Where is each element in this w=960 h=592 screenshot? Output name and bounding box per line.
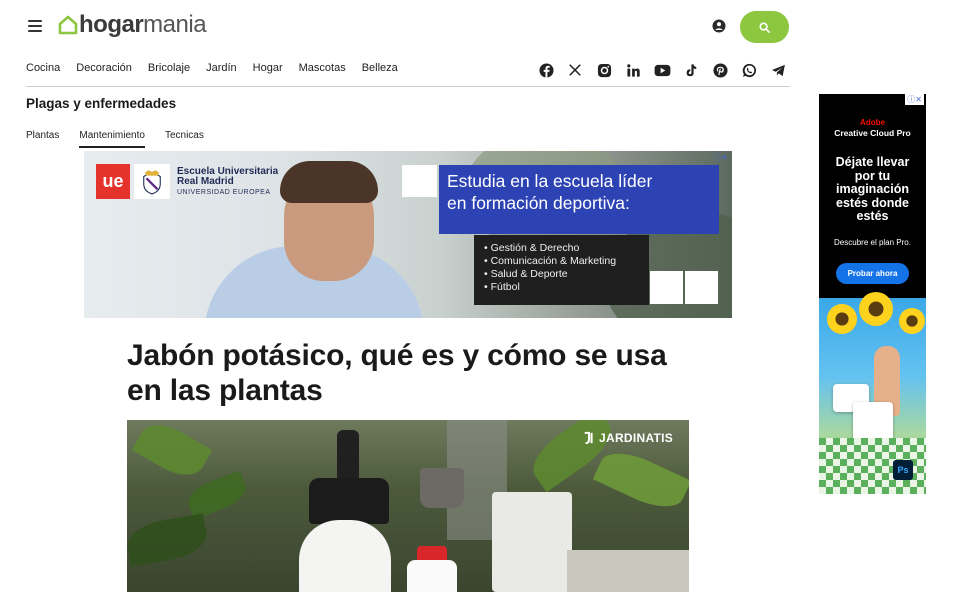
side-ad-headline: Déjate llevar por tu imaginación estés d… [835, 155, 910, 223]
nav-item-bricolaje[interactable]: Bricolaje [148, 62, 190, 78]
hero-watermark: JARDINATIS [583, 431, 673, 445]
section-subnav: Plantas Mantenimiento Tecnicas [26, 130, 204, 148]
adobe-logo-text: Adobe [860, 118, 885, 127]
hero-pot [420, 468, 464, 508]
linkedin-icon[interactable] [624, 61, 642, 79]
hero-watermark-text: JARDINATIS [599, 431, 674, 445]
ui-card-graphic [853, 402, 893, 442]
side-ad-subtext: Descubre el plan Pro. [834, 238, 911, 247]
adchoices-icon[interactable]: ⓘ✕ [713, 152, 728, 163]
adobe-brand: Adobe Creative Cloud Pro [819, 118, 926, 138]
ue-brand-block: ue Escuela Universitaria Real Madrid UNI… [96, 164, 278, 199]
side-ad-cta-button[interactable]: Probar ahora [836, 263, 909, 284]
ad-headline-line1: Estudia en la escuela líder [447, 171, 653, 191]
hero-leaf [131, 420, 213, 485]
logo-text-hogar: hogar [79, 11, 144, 38]
ad-decor-square [685, 271, 718, 304]
ad-program-item: Fútbol [484, 281, 639, 294]
whatsapp-icon[interactable] [740, 61, 758, 79]
ue-logo: ue [96, 164, 130, 199]
ad-person-hair [280, 161, 378, 203]
hero-leaf [592, 442, 689, 518]
hero-sprayer-pump [337, 430, 359, 482]
ad-decor-square [650, 271, 683, 304]
adchoices-icon[interactable]: ⓘ✕ [905, 94, 924, 105]
article-hero-image: JARDINATIS [127, 420, 689, 592]
search-icon [759, 21, 770, 33]
hero-leaf [127, 513, 210, 567]
subnav-item-mantenimiento[interactable]: Mantenimiento [79, 130, 145, 148]
tiktok-icon[interactable] [682, 61, 700, 79]
nav-item-belleza[interactable]: Belleza [362, 62, 398, 78]
nav-divider [26, 86, 790, 87]
section-title: Plagas y enfermedades [26, 96, 177, 111]
banner-ad[interactable]: ue Escuela Universitaria Real Madrid UNI… [84, 151, 732, 318]
nav-item-decoracion[interactable]: Decoración [76, 62, 132, 78]
hero-sprayer-cap [309, 478, 389, 524]
main-nav: Cocina Decoración Bricolaje Jardín Hogar… [26, 62, 398, 78]
side-ad[interactable]: Adobe Creative Cloud Pro Déjate llevar p… [819, 94, 926, 494]
ad-program-list: Gestión & Derecho Comunicación & Marketi… [474, 235, 649, 305]
article-title: Jabón potásico, qué es y cómo se usa en … [127, 339, 667, 407]
site-header: hogarmania [26, 10, 790, 44]
ad-headline-box: Estudia en la escuela líder en formación… [439, 165, 719, 234]
house-logo-icon [58, 15, 78, 35]
instagram-icon[interactable] [595, 61, 613, 79]
sunflower-graphic [899, 308, 925, 334]
telegram-icon[interactable] [769, 61, 787, 79]
ad-headline-line2: en formación deportiva: [447, 192, 630, 213]
x-icon[interactable] [566, 61, 584, 79]
nav-item-mascotas[interactable]: Mascotas [299, 62, 346, 78]
logo-text-mania: mania [143, 11, 207, 38]
side-ad-image: Ps [819, 292, 926, 494]
nav-item-cocina[interactable]: Cocina [26, 62, 60, 78]
ad-program-item: Gestión & Derecho [484, 242, 639, 255]
nav-item-jardin[interactable]: Jardín [206, 62, 237, 78]
jardinatis-logo-icon [584, 431, 593, 445]
photoshop-badge: Ps [893, 460, 913, 480]
facebook-icon[interactable] [537, 61, 555, 79]
ad-program-item: Comunicación & Marketing [484, 255, 639, 268]
hero-bottle [407, 560, 457, 592]
menu-icon[interactable] [28, 20, 42, 32]
ue-school-line2: Real Madrid [177, 176, 234, 188]
sunflower-graphic [827, 304, 857, 334]
hero-sprayer-body [299, 520, 391, 592]
youtube-icon[interactable] [653, 61, 671, 79]
ad-program-item: Salud & Deporte [484, 268, 639, 281]
nav-item-hogar[interactable]: Hogar [253, 62, 283, 78]
subnav-item-plantas[interactable]: Plantas [26, 130, 59, 148]
user-icon[interactable] [712, 19, 726, 33]
adobe-product-name: Creative Cloud Pro [834, 128, 911, 138]
search-button[interactable] [740, 11, 789, 43]
real-madrid-crest-icon [134, 164, 170, 199]
subnav-item-tecnicas[interactable]: Tecnicas [165, 130, 204, 148]
social-links [537, 61, 787, 79]
sunflower-graphic [859, 292, 893, 326]
ue-school-line3: UNIVERSIDAD EUROPEA [177, 188, 271, 196]
ad-decor-square [402, 165, 437, 197]
hero-planter [492, 492, 572, 592]
pinterest-icon[interactable] [711, 61, 729, 79]
hero-leaf [183, 470, 251, 520]
site-logo[interactable]: hogarmania [58, 11, 207, 39]
hero-ledge [567, 550, 689, 592]
